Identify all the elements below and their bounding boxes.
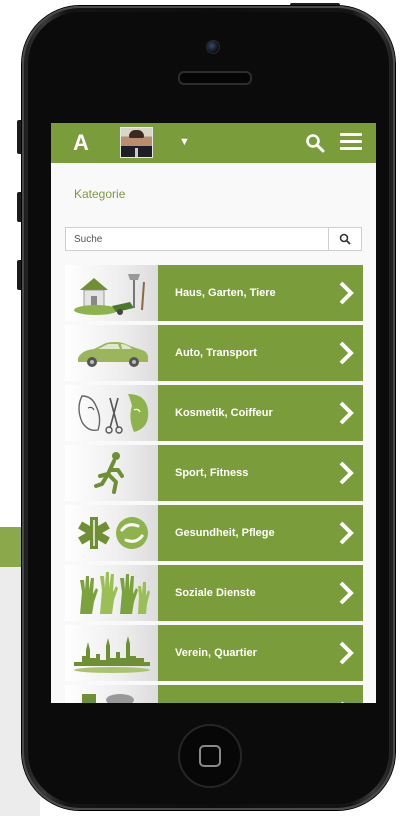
chevron-right-icon <box>329 325 363 381</box>
search-icon <box>339 233 351 245</box>
category-item-auto-transport[interactable]: Auto, Transport <box>65 325 363 381</box>
category-item-kosmetik-coiffeur[interactable]: Kosmetik, Coiffeur <box>65 385 363 441</box>
cosmetics-icon <box>77 394 148 434</box>
category-thumbnail <box>65 385 158 441</box>
category-label: Verein, Quartier <box>175 647 257 659</box>
search-input[interactable] <box>66 228 328 250</box>
more-icon <box>81 694 134 703</box>
car-icon <box>77 342 148 367</box>
category-thumbnail <box>65 505 158 561</box>
category-thumbnail <box>65 565 158 621</box>
category-label: Sport, Fitness <box>175 467 249 479</box>
hands-icon <box>79 572 150 614</box>
front-camera <box>206 40 220 54</box>
category-item-soziale-dienste[interactable]: Soziale Dienste <box>65 565 363 621</box>
category-item-sport-fitness[interactable]: Sport, Fitness <box>65 445 363 501</box>
chevron-right-icon <box>329 505 363 561</box>
search-icon[interactable] <box>305 133 325 153</box>
chevron-right-icon <box>329 685 363 703</box>
category-thumbnail <box>65 325 158 381</box>
search-button[interactable] <box>328 228 361 250</box>
category-item-gesundheit-pflege[interactable]: Gesundheit, Pflege <box>65 505 363 561</box>
category-item-verein-quartier[interactable]: Verein, Quartier <box>65 625 363 681</box>
top-navigation-bar: A ▼ <box>51 123 376 163</box>
earpiece-speaker <box>178 71 252 85</box>
hamburger-menu-icon[interactable] <box>340 133 362 151</box>
chevron-right-icon <box>329 265 363 321</box>
home-square-icon <box>199 745 221 767</box>
category-label: Haus, Garten, Tiere <box>175 287 276 299</box>
category-label: Gesundheit, Pflege <box>175 527 275 539</box>
category-label <box>158 685 329 703</box>
chevron-right-icon <box>329 565 363 621</box>
health-icon <box>77 517 148 549</box>
chevron-right-icon <box>329 445 363 501</box>
category-thumbnail <box>65 265 158 321</box>
cityscape-icon <box>73 636 150 673</box>
app-logo[interactable]: A <box>73 132 89 154</box>
search-bar <box>65 227 362 251</box>
chevron-right-icon <box>329 625 363 681</box>
category-thumbnail <box>65 445 158 501</box>
category-label: Soziale Dienste <box>175 587 256 599</box>
avatar[interactable] <box>120 127 153 158</box>
runner-icon <box>93 452 124 494</box>
category-label: Auto, Transport <box>175 347 257 359</box>
page-title: Kategorie <box>74 187 126 201</box>
avatar-tie <box>135 148 138 157</box>
category-thumbnail <box>65 685 158 703</box>
avatar-hair <box>129 130 144 138</box>
category-item-partial[interactable] <box>65 685 363 703</box>
category-list: Haus, Garten, Tiere Auto, Transport Kosm… <box>65 265 363 703</box>
chevron-right-icon <box>329 385 363 441</box>
home-button[interactable] <box>178 724 242 788</box>
app-screen: A ▼ Kategorie Suche Haus, Garten, Tiere … <box>51 123 376 703</box>
profile-dropdown-caret[interactable]: ▼ <box>179 136 190 148</box>
category-thumbnail <box>65 625 158 681</box>
house-garden-icon <box>73 274 145 315</box>
category-label: Kosmetik, Coiffeur <box>175 407 273 419</box>
category-item-haus-garten-tiere[interactable]: Haus, Garten, Tiere <box>65 265 363 321</box>
